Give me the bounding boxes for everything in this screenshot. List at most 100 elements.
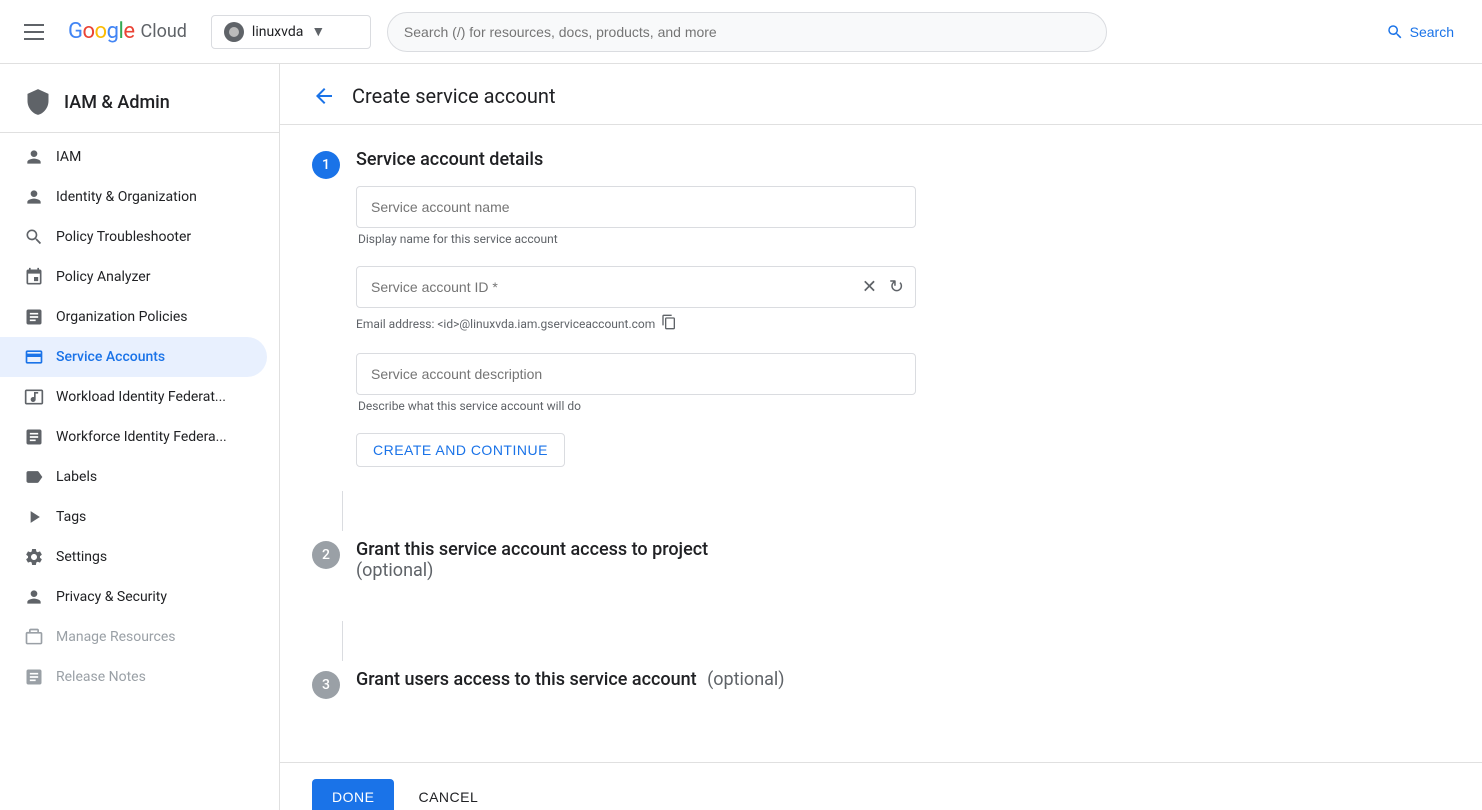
sidebar-item-policy-troubleshooter-label: Policy Troubleshooter <box>56 229 191 245</box>
sidebar: IAM & Admin IAM Identity & Organization … <box>0 64 280 810</box>
page-header: Create service account <box>280 64 1482 125</box>
step-connector-2-3 <box>342 621 343 661</box>
project-icon <box>224 22 244 42</box>
sidebar-item-identity-org[interactable]: Identity & Organization <box>0 177 267 217</box>
sidebar-item-policy-analyzer-label: Policy Analyzer <box>56 269 150 285</box>
copy-email-button[interactable] <box>661 314 677 333</box>
step-2-title: Grant this service account access to pro… <box>356 539 1450 581</box>
cancel-button[interactable]: CANCEL <box>402 779 494 810</box>
search-icon <box>1386 23 1404 41</box>
step-1-indicator: 1 <box>312 151 340 179</box>
sidebar-item-privacy-security-label: Privacy & Security <box>56 589 167 605</box>
step-1-title: Service account details <box>356 149 1450 170</box>
service-account-name-input[interactable] <box>356 186 916 228</box>
workforce-identity-icon <box>24 427 44 447</box>
email-hint-text: Email address: <id>@linuxvda.iam.gservic… <box>356 317 655 331</box>
sidebar-item-policy-analyzer[interactable]: Policy Analyzer <box>0 257 267 297</box>
service-account-name-group: Display name for this service account <box>356 186 1450 246</box>
project-selector[interactable]: linuxvda ▼ <box>211 15 371 49</box>
sidebar-header: IAM & Admin <box>0 72 279 128</box>
service-account-description-input[interactable] <box>356 353 916 395</box>
identity-org-icon <box>24 187 44 207</box>
step-3-optional: (optional) <box>707 669 784 690</box>
step-connector-1-2 <box>342 491 343 531</box>
hamburger-menu[interactable] <box>16 16 52 48</box>
main-content: Create service account 1 Service account… <box>280 64 1482 810</box>
step-2: 2 Grant this service account access to p… <box>312 539 1450 597</box>
sidebar-item-release-notes-label: Release Notes <box>56 669 146 685</box>
form-content: 1 Service account details Display name f… <box>280 125 1482 754</box>
step-2-indicator: 2 <box>312 541 340 569</box>
org-policies-icon <box>24 307 44 327</box>
step-3-indicator: 3 <box>312 671 340 699</box>
bottom-actions: DONE CANCEL <box>280 762 1482 810</box>
sidebar-item-service-accounts[interactable]: Service Accounts <box>0 337 267 377</box>
create-and-continue-button[interactable]: CREATE AND CONTINUE <box>356 433 565 467</box>
sidebar-item-workforce-identity[interactable]: Workforce Identity Federa... <box>0 417 267 457</box>
sidebar-item-labels-label: Labels <box>56 469 97 485</box>
step-2-content: Grant this service account access to pro… <box>356 539 1450 597</box>
step-2-optional: (optional) <box>356 560 433 581</box>
step-3: 3 Grant users access to this service acc… <box>312 669 1450 706</box>
top-nav: Google Cloud linuxvda ▼ Search <box>0 0 1482 64</box>
sidebar-item-privacy-security[interactable]: Privacy & Security <box>0 577 267 617</box>
search-input[interactable] <box>404 24 1090 40</box>
service-account-description-hint: Describe what this service account will … <box>356 399 1450 413</box>
sidebar-item-tags[interactable]: Tags <box>0 497 267 537</box>
sidebar-title: IAM & Admin <box>64 92 170 113</box>
sidebar-item-workload-identity[interactable]: Workload Identity Federat... <box>0 377 267 417</box>
email-hint: Email address: <id>@linuxvda.iam.gservic… <box>356 314 1450 333</box>
policy-troubleshooter-icon <box>24 227 44 247</box>
settings-icon <box>24 547 44 567</box>
sidebar-item-workforce-identity-label: Workforce Identity Federa... <box>56 429 227 445</box>
privacy-security-icon <box>24 587 44 607</box>
sidebar-item-identity-org-label: Identity & Organization <box>56 189 197 205</box>
service-account-name-hint: Display name for this service account <box>356 232 1450 246</box>
sidebar-item-iam-label: IAM <box>56 149 81 165</box>
sidebar-item-labels[interactable]: Labels <box>0 457 267 497</box>
manage-resources-icon <box>24 627 44 647</box>
iam-icon <box>24 147 44 167</box>
service-account-id-input[interactable] <box>356 266 916 308</box>
search-bar <box>387 12 1107 52</box>
sidebar-item-workload-identity-label: Workload Identity Federat... <box>56 389 226 405</box>
release-notes-icon <box>24 667 44 687</box>
sidebar-item-policy-troubleshooter[interactable]: Policy Troubleshooter <box>0 217 267 257</box>
search-label: Search <box>1410 24 1454 40</box>
sidebar-item-tags-label: Tags <box>56 509 86 525</box>
sidebar-item-iam[interactable]: IAM <box>0 137 267 177</box>
workload-identity-icon <box>24 387 44 407</box>
service-account-id-actions: ✕ ↻ <box>858 273 908 302</box>
sidebar-item-release-notes[interactable]: Release Notes <box>0 657 267 697</box>
search-button[interactable]: Search <box>1374 15 1466 49</box>
policy-analyzer-icon <box>24 267 44 287</box>
service-accounts-icon <box>24 347 44 367</box>
page-title: Create service account <box>352 84 556 108</box>
sidebar-item-org-policies-label: Organization Policies <box>56 309 188 325</box>
app-layout: IAM & Admin IAM Identity & Organization … <box>0 64 1482 810</box>
sidebar-divider <box>0 132 279 133</box>
step-3-title: Grant users access to this service accou… <box>356 669 1450 690</box>
step-1: 1 Service account details Display name f… <box>312 149 1450 467</box>
done-button[interactable]: DONE <box>312 779 394 810</box>
service-account-description-group: Describe what this service account will … <box>356 353 1450 413</box>
sidebar-item-manage-resources-label: Manage Resources <box>56 629 176 645</box>
iam-admin-icon <box>24 88 52 116</box>
clear-id-button[interactable]: ✕ <box>858 273 881 302</box>
sidebar-item-org-policies[interactable]: Organization Policies <box>0 297 267 337</box>
step-3-content: Grant users access to this service accou… <box>356 669 1450 706</box>
sidebar-item-manage-resources[interactable]: Manage Resources <box>0 617 267 657</box>
service-account-id-group: ✕ ↻ Email address: <id>@linuxvda.iam.gse… <box>356 266 1450 333</box>
labels-icon <box>24 467 44 487</box>
refresh-id-button[interactable]: ↻ <box>885 273 908 302</box>
sidebar-item-service-accounts-label: Service Accounts <box>56 349 165 365</box>
sidebar-item-settings[interactable]: Settings <box>0 537 267 577</box>
google-cloud-logo[interactable]: Google Cloud <box>68 19 187 44</box>
tags-icon <box>24 507 44 527</box>
dropdown-arrow-icon: ▼ <box>311 23 325 40</box>
service-account-id-wrapper: ✕ ↻ <box>356 266 916 308</box>
step-1-content: Service account details Display name for… <box>356 149 1450 467</box>
project-name: linuxvda <box>252 24 303 40</box>
sidebar-item-settings-label: Settings <box>56 549 107 565</box>
back-button[interactable] <box>312 84 336 108</box>
